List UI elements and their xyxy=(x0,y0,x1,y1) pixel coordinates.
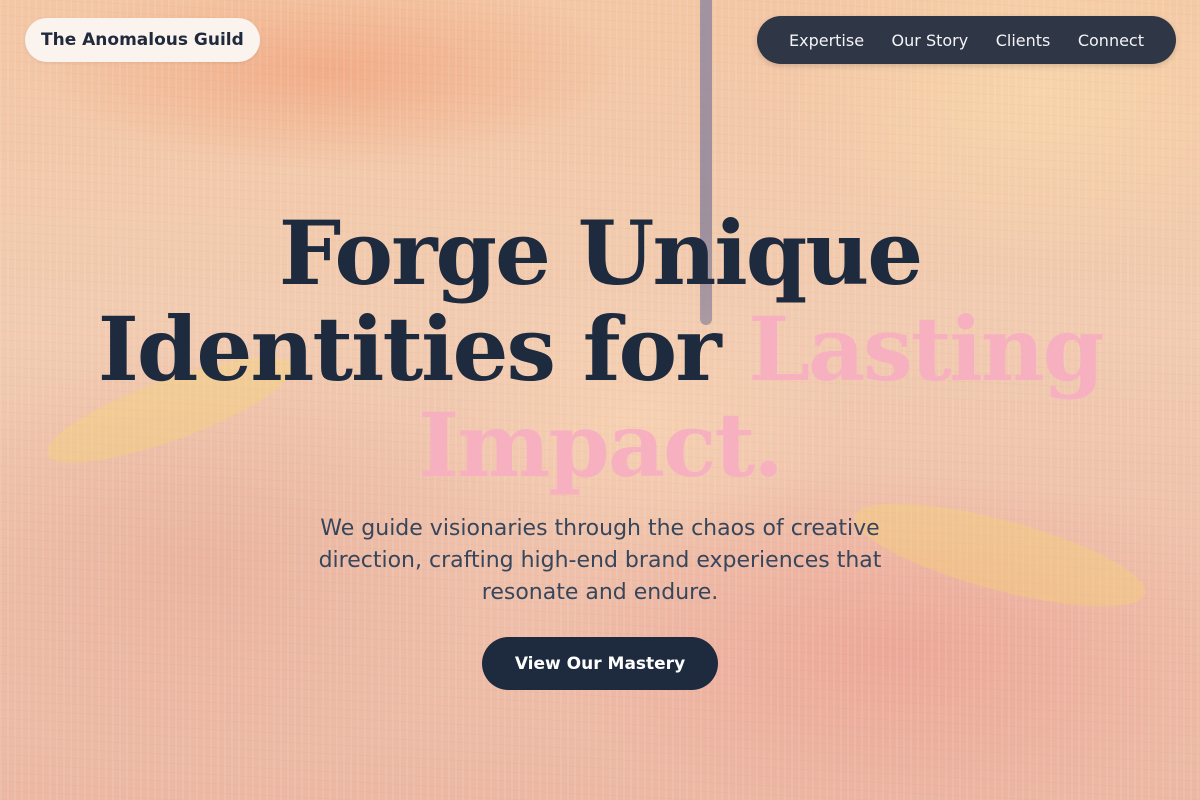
nav-item-clients[interactable]: Clients xyxy=(996,31,1051,50)
top-nav: Expertise Our Story Clients Connect xyxy=(757,16,1176,64)
view-mastery-button[interactable]: View Our Mastery xyxy=(482,637,718,690)
hero-subtitle: We guide visionaries through the chaos o… xyxy=(318,516,882,605)
nav-item-connect[interactable]: Connect xyxy=(1078,31,1144,50)
hero-headline: Forge Unique Identities for Lasting Impac… xyxy=(0,205,1200,493)
nav-item-expertise[interactable]: Expertise xyxy=(789,31,864,50)
headline-line1: Forge Unique xyxy=(278,201,924,305)
brand-logo[interactable]: The Anomalous Guild xyxy=(25,18,260,62)
headline-plain: Identities for xyxy=(97,297,749,401)
nav-item-our-story[interactable]: Our Story xyxy=(892,31,969,50)
